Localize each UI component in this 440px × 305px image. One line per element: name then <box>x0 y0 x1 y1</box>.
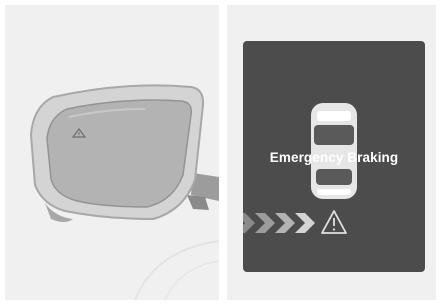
emergency-braking-label: Emergency Braking <box>269 150 399 165</box>
display-panel: Emergency Braking <box>227 5 436 300</box>
blind-spot-indicator-icon <box>71 128 87 138</box>
warning-display: Emergency Braking <box>243 41 425 272</box>
mirror-panel <box>5 5 219 300</box>
illustration: Emergency Braking <box>0 0 440 305</box>
